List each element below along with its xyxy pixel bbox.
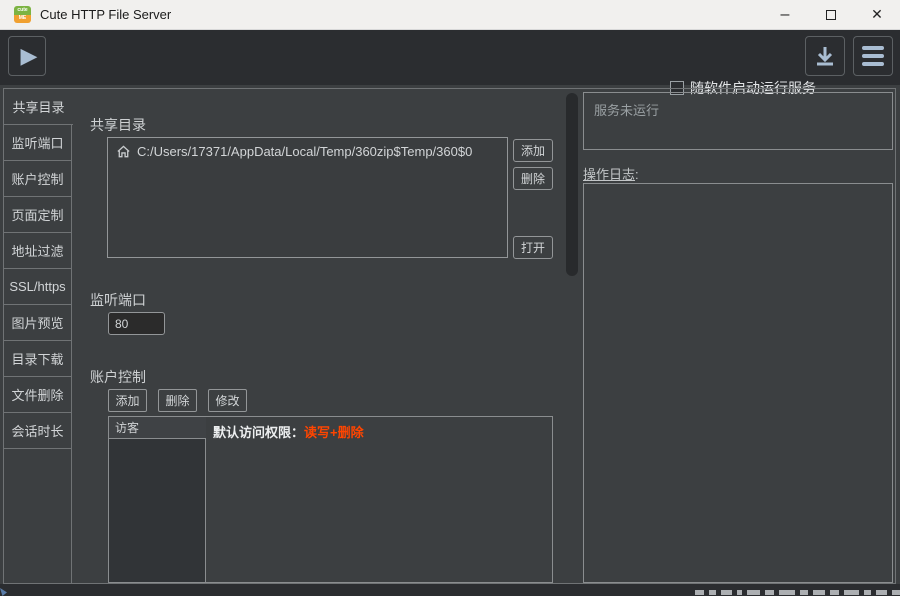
tab-label: 账户控制 — [11, 172, 64, 187]
maximize-icon — [826, 9, 836, 20]
share-dir-list[interactable]: C:/Users/17371/AppData/Local/Temp/360zip… — [107, 137, 508, 258]
share-open-button[interactable]: 打开 — [513, 236, 553, 259]
share-delete-button[interactable]: 删除 — [513, 167, 553, 190]
default-permission-value: 读写+删除 — [304, 425, 364, 440]
tab-image-preview[interactable]: 图片预览 — [3, 304, 72, 341]
account-modify-button[interactable]: 修改 — [208, 389, 247, 412]
play-icon: ▶ — [20, 43, 38, 68]
account-add-button[interactable]: 添加 — [108, 389, 147, 412]
operation-log-colon: : — [635, 167, 639, 182]
tab-label: 共享目录 — [12, 100, 65, 115]
account-table-header[interactable]: 访客 — [109, 417, 206, 439]
app-icon-bottom: ME — [14, 14, 31, 23]
operation-log-label-text: 操作日志 — [583, 167, 636, 182]
sidebar-filler — [3, 448, 72, 584]
tab-share-dirs[interactable]: 共享目录 — [3, 88, 73, 125]
service-status-box: 服务未运行 — [583, 92, 893, 150]
tab-dir-download[interactable]: 目录下载 — [3, 340, 72, 377]
tab-account-ctrl[interactable]: 账户控制 — [3, 160, 72, 197]
account-table-column — [109, 417, 206, 582]
tab-label: 目录下载 — [11, 352, 64, 367]
account-section-title: 账户控制 — [90, 369, 146, 385]
minimize-icon: – — [780, 5, 790, 23]
minimize-button[interactable]: – — [762, 0, 808, 30]
tab-label: 页面定制 — [11, 208, 64, 223]
window-title: Cute HTTP File Server — [40, 7, 172, 22]
share-add-button[interactable]: 添加 — [513, 139, 553, 162]
account-table[interactable]: 访客 默认访问权限：读写+删除 — [108, 416, 553, 583]
maximize-button[interactable] — [808, 0, 854, 30]
tab-listen-port[interactable]: 监听端口 — [3, 124, 72, 161]
home-icon — [117, 145, 130, 158]
download-icon — [817, 47, 833, 66]
share-section-title: 共享目录 — [90, 117, 146, 133]
download-button[interactable] — [805, 36, 845, 76]
operation-log-label: 操作日志: — [583, 164, 639, 183]
tab-addr-filter[interactable]: 地址过滤 — [3, 232, 72, 269]
operation-log-box[interactable] — [583, 183, 893, 583]
port-input[interactable] — [108, 312, 165, 335]
tab-ssl-https[interactable]: SSL/https — [3, 268, 72, 305]
tab-file-delete[interactable]: 文件删除 — [3, 376, 72, 413]
tab-label: 文件删除 — [11, 388, 64, 403]
app-icon: cute ME — [14, 6, 31, 23]
menu-button[interactable] — [853, 36, 893, 76]
port-section-title: 监听端口 — [90, 292, 146, 308]
tab-label: 会话时长 — [11, 424, 64, 439]
start-service-button[interactable]: ▶ — [8, 36, 46, 76]
tab-label: SSL/https — [9, 279, 66, 294]
share-dir-item[interactable]: C:/Users/17371/AppData/Local/Temp/360zip… — [116, 144, 499, 159]
close-icon: ✕ — [871, 6, 883, 22]
toolbar: ▶ 随软件启动运行服务 — [0, 30, 900, 96]
close-button[interactable]: ✕ — [854, 0, 900, 30]
default-permission-label: 默认访问权限： — [213, 425, 305, 440]
tab-session-time[interactable]: 会话时长 — [3, 412, 72, 449]
tab-label: 地址过滤 — [11, 244, 64, 259]
titlebar: cute ME Cute HTTP File Server – ✕ — [0, 0, 900, 30]
vertical-scrollbar-thumb[interactable] — [566, 93, 578, 276]
hamburger-icon — [862, 46, 884, 66]
default-permission-line: 默认访问权限：读写+删除 — [213, 422, 364, 441]
account-delete-button[interactable]: 删除 — [158, 389, 197, 412]
tab-label: 图片预览 — [11, 316, 64, 331]
clipped-watermark — [695, 590, 900, 596]
share-dir-path: C:/Users/17371/AppData/Local/Temp/360zip… — [137, 144, 473, 159]
tab-page-custom[interactable]: 页面定制 — [3, 196, 72, 233]
tab-label: 监听端口 — [11, 136, 64, 151]
service-status-text: 服务未运行 — [594, 103, 660, 118]
window-controls: – ✕ — [762, 0, 900, 30]
app-icon-top: cute — [14, 6, 31, 15]
